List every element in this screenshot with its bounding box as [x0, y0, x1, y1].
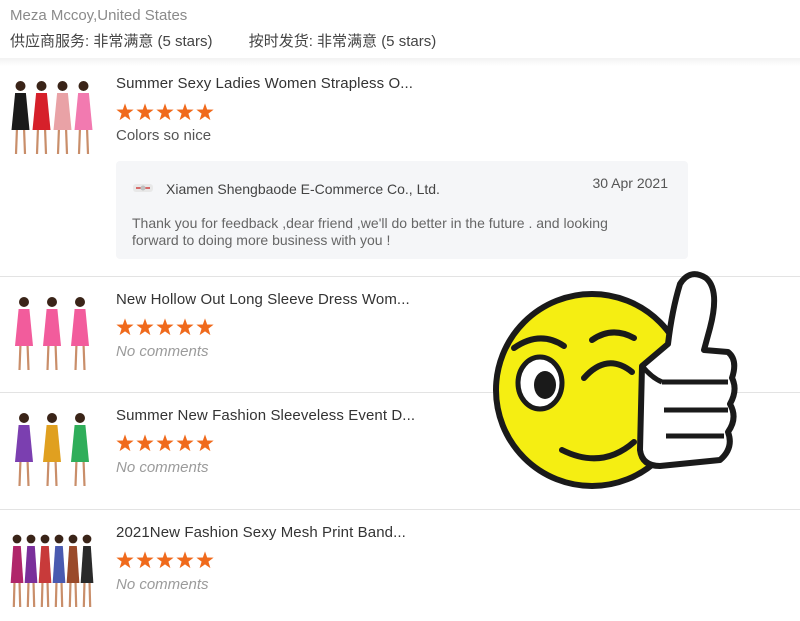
model-figure — [53, 81, 72, 155]
star-icon — [136, 434, 154, 452]
star-rating — [116, 318, 214, 336]
review-item: 2021New Fashion Sexy Mesh Print Band... … — [0, 509, 800, 621]
product-thumbnail[interactable] — [10, 74, 94, 158]
model-figure — [43, 297, 61, 371]
product-title[interactable]: Summer Sexy Ladies Women Strapless O... — [116, 74, 413, 94]
star-icon — [196, 318, 214, 336]
thumbs-up-emoji-icon — [493, 271, 738, 489]
star-icon — [136, 318, 154, 336]
star-icon — [136, 551, 154, 569]
star-icon — [176, 551, 194, 569]
review-comment: Colors so nice — [116, 127, 212, 144]
review-comment: No comments — [116, 459, 209, 476]
star-icon — [156, 318, 174, 336]
star-icon — [136, 103, 154, 121]
star-icon — [176, 103, 194, 121]
on-time-rating: 按时发货: 非常满意 (5 stars) — [248, 33, 437, 50]
product-title[interactable]: 2021New Fashion Sexy Mesh Print Band... — [116, 523, 406, 543]
reply-date: 30 Apr 2021 — [592, 175, 668, 191]
supplier-service-rating: 供应商服务: 非常满意 (5 stars) — [10, 33, 213, 50]
seller-reply: Xiamen Shengbaode E-Commerce Co., Ltd. 3… — [116, 161, 688, 259]
product-title[interactable]: Summer New Fashion Sleeveless Event D... — [116, 406, 415, 426]
model-figure — [74, 81, 93, 155]
product-title[interactable]: New Hollow Out Long Sleeve Dress Wom... — [116, 290, 410, 310]
review-item: Summer Sexy Ladies Women Strapless O... … — [0, 66, 800, 277]
star-rating — [116, 434, 214, 452]
seller-logo-icon — [133, 184, 153, 192]
star-rating — [116, 103, 214, 121]
model-figure — [52, 534, 66, 608]
product-thumbnail[interactable] — [10, 406, 94, 490]
star-icon — [156, 103, 174, 121]
model-figure — [24, 534, 38, 608]
review-comment: No comments — [116, 576, 209, 593]
seller-name: Xiamen Shengbaode E-Commerce Co., Ltd. — [166, 181, 440, 197]
star-icon — [116, 103, 134, 121]
star-icon — [176, 434, 194, 452]
review-comment: No comments — [116, 343, 209, 360]
model-figure — [43, 413, 61, 487]
star-icon — [116, 434, 134, 452]
model-figure — [15, 297, 33, 371]
model-figure — [15, 413, 33, 487]
star-rating — [116, 551, 214, 569]
model-figure — [11, 81, 30, 155]
model-figure — [71, 413, 89, 487]
star-icon — [116, 318, 134, 336]
review-header: Meza Mccoy,United States 供应商服务: 非常满意 (5 … — [10, 6, 790, 52]
model-figure — [80, 534, 94, 608]
product-thumbnail[interactable] — [10, 290, 94, 374]
model-figure — [66, 534, 80, 608]
star-icon — [196, 551, 214, 569]
star-icon — [156, 434, 174, 452]
model-figure — [71, 297, 89, 371]
product-thumbnail[interactable] — [10, 527, 94, 611]
model-figure — [32, 81, 51, 155]
model-figure — [38, 534, 52, 608]
star-icon — [196, 103, 214, 121]
model-figure — [10, 534, 24, 608]
reply-text: Thank you for feedback ,dear friend ,we'… — [132, 215, 608, 248]
star-icon — [156, 551, 174, 569]
star-icon — [176, 318, 194, 336]
star-icon — [116, 551, 134, 569]
seller-ratings: 供应商服务: 非常满意 (5 stars) 按时发货: 非常满意 (5 star… — [10, 32, 790, 52]
reviewer-name: Meza Mccoy,United States — [10, 7, 188, 24]
divider — [0, 58, 800, 66]
star-icon — [196, 434, 214, 452]
